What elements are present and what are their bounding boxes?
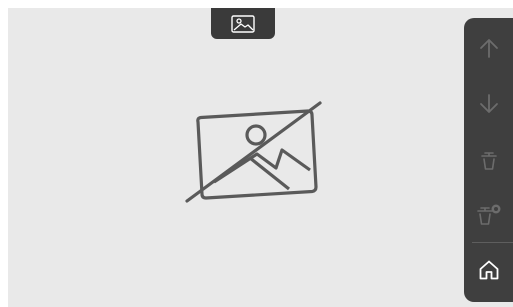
trash-icon bbox=[480, 152, 497, 170]
image-icon bbox=[231, 15, 255, 33]
home-icon bbox=[479, 260, 498, 280]
arrow-down-icon bbox=[479, 94, 498, 113]
delete-all-button[interactable] bbox=[464, 192, 513, 236]
home-button[interactable] bbox=[464, 248, 513, 292]
toolbar-divider bbox=[472, 242, 513, 243]
move-up-button[interactable] bbox=[464, 26, 513, 70]
side-toolbar bbox=[464, 18, 513, 302]
arrow-up-icon bbox=[479, 39, 498, 58]
move-down-button[interactable] bbox=[464, 82, 513, 126]
trash-badge-icon bbox=[476, 204, 500, 225]
delete-button[interactable] bbox=[464, 138, 513, 182]
gallery-tab-button[interactable] bbox=[211, 8, 275, 39]
image-unavailable-icon bbox=[185, 101, 322, 203]
